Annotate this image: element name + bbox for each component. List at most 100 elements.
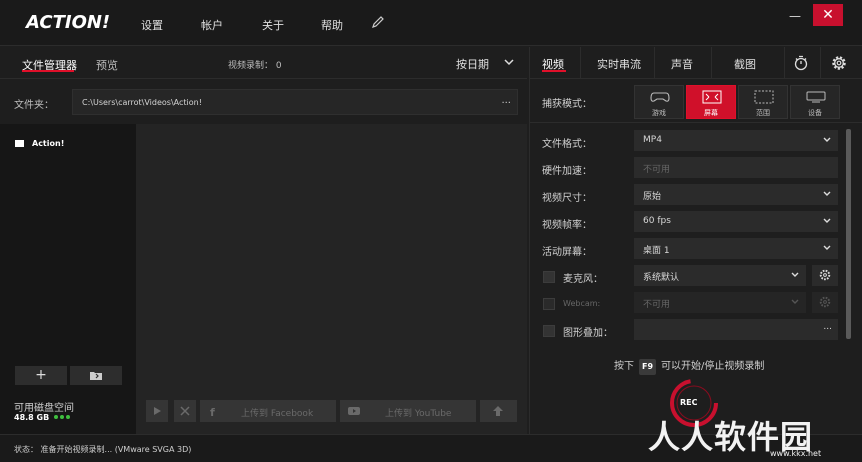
hw-accel-row: 硬件加速： 不可用 xyxy=(530,155,844,182)
menu-about[interactable]: 关于 xyxy=(262,17,284,33)
tab-screenshot[interactable]: 截图 xyxy=(734,56,756,72)
chevron-down-icon xyxy=(823,191,831,196)
folder-row: 文件夹： C:\Users\carrot\Videos\Action! ... xyxy=(0,80,527,122)
browse-folder-button[interactable]: ... xyxy=(501,95,511,106)
facebook-icon: f xyxy=(210,406,215,419)
upload-button[interactable] xyxy=(480,400,517,422)
active-screen-value: 桌面 1 xyxy=(643,246,670,256)
mode-game-button[interactable]: 游戏 xyxy=(634,85,684,119)
tab-divider xyxy=(784,47,785,79)
tab-divider xyxy=(654,47,655,79)
record-label[interactable]: REC xyxy=(680,398,698,407)
framerate-select[interactable]: 60 fps xyxy=(634,211,838,232)
close-button[interactable]: ✕ xyxy=(813,4,843,26)
settings-tab-bar: 视频 实时串流 声音 截图 xyxy=(530,47,862,79)
disk-space-label: 可用磁盘空间 xyxy=(14,403,74,414)
app-logo: ACTION! xyxy=(26,12,111,33)
mode-region-button[interactable]: 范围 xyxy=(738,85,788,119)
hint-suffix: 可以开始/停止视频录制 xyxy=(661,361,765,372)
webcam-value: 不可用 xyxy=(643,300,671,310)
folder-label: 文件夹： xyxy=(14,100,54,111)
capture-mode-row: 捕获模式： 游戏 屏幕 范围 设备 xyxy=(530,80,862,123)
file-format-value: MP4 xyxy=(643,135,662,145)
tab-live-stream[interactable]: 实时串流 xyxy=(597,56,641,72)
video-size-row: 视频尺寸： 原始 xyxy=(530,182,844,209)
hw-accel-select[interactable]: 不可用 xyxy=(634,157,838,178)
tree-item-action[interactable]: Action! xyxy=(15,139,64,148)
tab-preview[interactable]: 预览 xyxy=(96,57,118,73)
disk-indicator-dot xyxy=(54,415,58,419)
settings-scrollbar[interactable] xyxy=(846,129,851,339)
overlay-checkbox[interactable] xyxy=(543,325,555,337)
play-button[interactable] xyxy=(146,400,168,422)
upload-facebook-label: 上传到 Facebook xyxy=(241,409,314,419)
add-folder-button[interactable]: + xyxy=(15,366,67,385)
recording-count: 视频录制： 0 xyxy=(228,61,282,71)
video-size-value: 原始 xyxy=(643,192,662,202)
overlay-label: 图形叠加： xyxy=(563,328,613,339)
hw-accel-value: 不可用 xyxy=(643,165,671,175)
webcam-checkbox[interactable] xyxy=(543,298,555,310)
mode-device-button[interactable]: 设备 xyxy=(790,85,840,119)
youtube-icon xyxy=(348,407,360,415)
file-format-label: 文件格式： xyxy=(542,139,592,150)
gear-icon[interactable] xyxy=(830,54,848,72)
mode-label: 屏幕 xyxy=(704,109,718,117)
sort-dropdown[interactable]: 按日期 xyxy=(456,56,489,72)
upload-facebook-button[interactable]: f 上传到 Facebook xyxy=(200,400,336,422)
close-icon xyxy=(180,406,190,416)
framerate-row: 视频帧率： 60 fps xyxy=(530,209,844,236)
microphone-checkbox[interactable] xyxy=(543,271,555,283)
fullscreen-icon xyxy=(702,90,722,104)
tab-divider xyxy=(580,47,581,79)
webcam-settings-button[interactable] xyxy=(812,292,838,313)
framerate-value: 60 fps xyxy=(643,216,671,226)
microphone-settings-button[interactable] xyxy=(812,265,838,286)
menu-settings[interactable]: 设置 xyxy=(141,17,163,33)
gear-icon xyxy=(819,269,831,281)
hotkey-hint: 按下 F9 可以开始/停止视频录制 xyxy=(614,357,764,375)
delete-button[interactable] xyxy=(174,400,196,422)
tab-audio[interactable]: 声音 xyxy=(671,56,693,72)
tab-divider xyxy=(711,47,712,79)
file-format-select[interactable]: MP4 xyxy=(634,130,838,151)
menu-account[interactable]: 帐户 xyxy=(201,17,223,33)
gamepad-icon xyxy=(650,92,670,102)
capture-mode-label: 捕获模式： xyxy=(542,99,592,110)
settings-panel: 视频 实时串流 声音 截图 捕获模式： 游戏 屏幕 范围 设备 文件格式： MP… xyxy=(529,47,862,434)
minimize-button[interactable]: — xyxy=(780,6,810,26)
webcam-label: Webcam: xyxy=(563,299,601,308)
player-toolbar: f 上传到 Facebook 上传到 YouTube xyxy=(136,396,527,434)
microphone-select[interactable]: 系统默认 xyxy=(634,265,806,286)
chevron-down-icon xyxy=(791,299,799,304)
left-tab-bar: 文件管理器 预览 视频录制： 0 按日期 xyxy=(0,47,527,79)
folder-path-field[interactable]: C:\Users\carrot\Videos\Action! ... xyxy=(72,89,518,115)
microphone-value: 系统默认 xyxy=(643,273,680,283)
hotkey-badge: F9 xyxy=(639,359,656,375)
overlay-row: 图形叠加： ... xyxy=(530,317,844,344)
upload-arrow-icon xyxy=(493,406,503,416)
mode-screen-button[interactable]: 屏幕 xyxy=(686,85,736,119)
chevron-down-icon xyxy=(791,272,799,277)
webcam-select[interactable]: 不可用 xyxy=(634,292,806,313)
preview-area xyxy=(136,124,527,396)
overlay-field[interactable]: ... xyxy=(634,319,838,340)
menu-help[interactable]: 帮助 xyxy=(321,17,343,33)
active-screen-select[interactable]: 桌面 1 xyxy=(634,238,838,259)
browse-overlay-button[interactable]: ... xyxy=(823,322,832,332)
timer-icon[interactable] xyxy=(793,55,809,71)
chevron-down-icon xyxy=(823,137,831,142)
hint-prefix: 按下 xyxy=(614,361,634,372)
upload-youtube-label: 上传到 YouTube xyxy=(385,409,452,419)
upload-youtube-button[interactable]: 上传到 YouTube xyxy=(340,400,476,422)
active-screen-label: 活动屏幕： xyxy=(542,247,592,258)
chevron-down-icon[interactable] xyxy=(503,56,515,68)
region-icon xyxy=(754,90,774,104)
tree-item-label: Action! xyxy=(32,139,65,148)
folder-tree: Action! + 可用磁盘空间 48.8 GB xyxy=(0,124,136,434)
active-tab-indicator xyxy=(22,70,74,72)
video-size-select[interactable]: 原始 xyxy=(634,184,838,205)
pen-icon[interactable] xyxy=(371,15,385,29)
microphone-row: 麦克风： 系统默认 xyxy=(530,263,844,290)
open-folder-button[interactable] xyxy=(70,366,122,385)
